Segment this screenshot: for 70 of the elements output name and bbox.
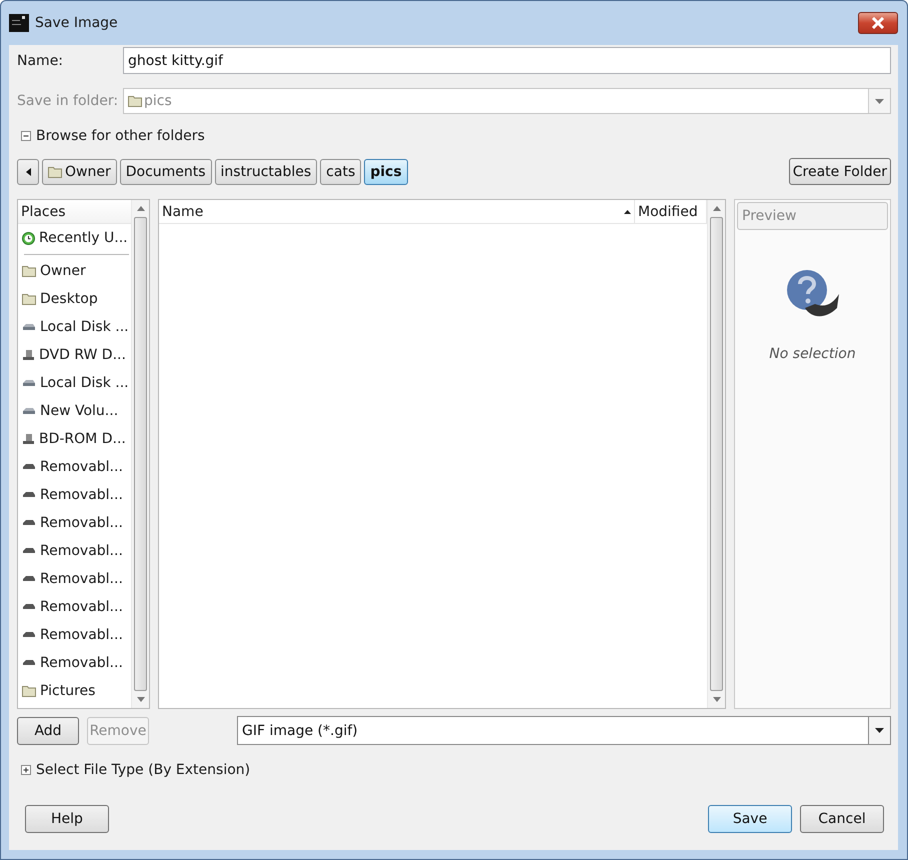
place-item[interactable]: Removabl... [18,537,131,565]
place-item[interactable]: Removabl... [18,509,131,537]
name-field[interactable]: ghost kitty.gif [123,47,891,74]
drive-icon [22,378,36,388]
folder-label: Save in folder: [17,93,120,109]
sort-icon [624,210,631,214]
scroll-down-icon[interactable] [712,697,720,702]
place-item[interactable]: Local Disk ... [18,369,131,397]
path-button[interactable]: Owner [42,158,117,184]
drive-icon [22,463,36,471]
window-title: Save Image [35,15,118,31]
place-item[interactable]: Removabl... [18,649,131,677]
left-arrow-icon [26,168,30,176]
optical-drive-icon [22,348,35,362]
scroll-thumb[interactable] [710,217,723,691]
path-button[interactable]: instructables [214,158,318,184]
place-item[interactable]: Desktop [18,285,131,313]
place-item[interactable]: Recently U... [18,224,131,252]
drive-icon [22,519,36,527]
no-selection-text: No selection [769,346,856,362]
file-filter-dropdown[interactable]: GIF image (*.gif) [237,716,891,745]
place-item[interactable]: New Volu... [18,397,131,425]
folder-icon [22,293,36,305]
caret-icon [875,98,884,104]
clock-icon [22,232,35,244]
back-button[interactable] [17,158,39,184]
help-button[interactable]: Help [25,805,109,833]
column-header[interactable]: Name [159,200,635,223]
caret-icon [875,728,884,733]
optical-drive-icon [22,432,35,446]
drive-icon [22,575,36,583]
app-icon [9,14,29,32]
place-item[interactable]: Owner [18,257,131,285]
place-item[interactable]: Local Disk ... [18,313,131,341]
drive-icon [22,603,36,611]
path-button[interactable]: cats [320,158,362,184]
drive-icon [22,406,36,416]
scroll-thumb[interactable] [134,217,147,691]
drive-icon [22,631,36,639]
close-icon [871,17,885,29]
browse-expander[interactable]: Browse for other folders [21,128,205,144]
file-type-expander[interactable]: Select File Type (By Extension) [21,762,250,778]
drive-icon [22,547,36,555]
place-item[interactable]: Removabl... [18,621,131,649]
scroll-up-icon[interactable] [136,206,144,211]
path-button[interactable]: Documents [120,158,212,184]
folder-icon [22,265,36,277]
scroll-up-icon[interactable] [712,206,720,211]
folder-icon [128,95,142,107]
dialog-button[interactable]: Cancel [800,805,884,833]
dialog-button[interactable]: Save [708,805,792,833]
scroll-down-icon[interactable] [136,697,144,702]
place-item[interactable]: Removabl... [18,453,131,481]
drive-icon [22,322,36,332]
folder-icon [48,166,62,178]
folder-icon [22,685,36,697]
path-button[interactable]: pics [364,158,408,184]
create-folder-button[interactable]: Create Folder [788,158,891,185]
name-label: Name: [17,52,64,68]
close-button[interactable] [858,12,898,34]
drive-icon [22,491,36,499]
place-item[interactable]: BD-ROM D... [18,425,131,453]
place-item[interactable]: Removabl... [18,565,131,593]
place-item[interactable]: Pictures [18,677,131,705]
place-item[interactable]: Removabl... [18,481,131,509]
add-button[interactable]: Add [17,716,79,744]
place-item[interactable]: DVD RW D... [18,341,131,369]
preview-title: Preview [737,202,888,230]
place-item[interactable]: Removabl... [18,593,131,621]
drive-icon [22,659,36,667]
